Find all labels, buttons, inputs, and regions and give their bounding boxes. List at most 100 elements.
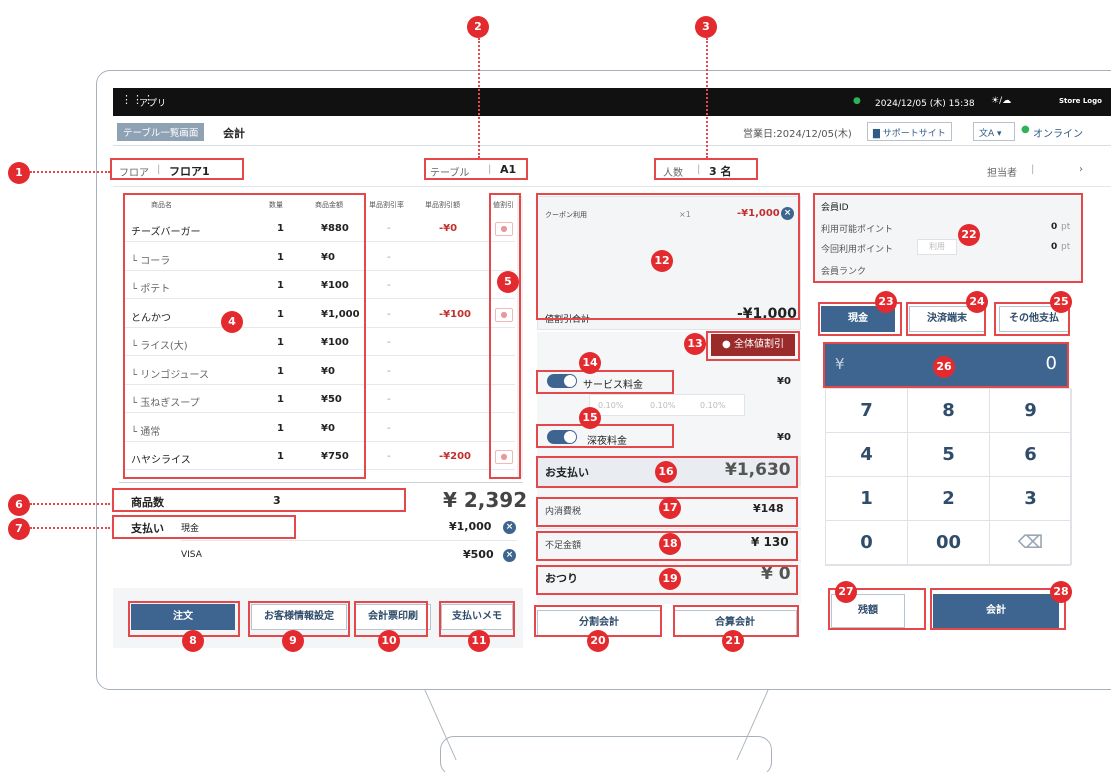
key-7[interactable]: 7 — [826, 389, 908, 433]
marker-24: 24 — [966, 291, 988, 313]
night-charge-highlight — [536, 424, 674, 448]
tax-divider — [537, 528, 801, 529]
leader-line — [30, 171, 110, 173]
col-disc: 単品割引額 — [425, 201, 460, 209]
marker-2: 2 — [467, 16, 489, 38]
item-disc: -¥100 — [439, 308, 471, 320]
datetime: 2024/12/05 (木) 15:38 — [875, 99, 975, 109]
checkout-highlight — [930, 588, 1066, 630]
leader-line — [30, 503, 110, 505]
page-header: テーブル一覧画面 会計 営業日:2024/12/05(木) ▇ サポートサイト … — [113, 116, 1111, 146]
language-select[interactable]: 文A ▾ — [973, 122, 1015, 141]
table-highlight — [424, 158, 528, 180]
order-list-highlight — [123, 193, 366, 479]
info-divider — [113, 186, 1111, 187]
marker-15: 15 — [579, 407, 601, 429]
night-charge-value: ¥0 — [777, 432, 791, 443]
marker-11: 11 — [468, 630, 490, 652]
rate-option-3[interactable]: 0.10% — [700, 401, 725, 410]
key-2[interactable]: 2 — [908, 477, 990, 521]
staff-value: | — [1031, 164, 1035, 175]
people-highlight — [654, 158, 758, 180]
all-discount-highlight — [706, 331, 800, 361]
backspace-icon[interactable]: ⌫ — [990, 521, 1072, 565]
marker-28: 28 — [1050, 581, 1072, 603]
monitor-base — [440, 736, 772, 772]
key-4[interactable]: 4 — [826, 433, 908, 477]
item-rate: - — [387, 422, 391, 434]
member-highlight — [813, 193, 1083, 283]
book-icon: ▇ — [873, 129, 880, 139]
marker-16: 16 — [655, 461, 677, 483]
online-status: オンライン — [1033, 129, 1083, 140]
item-count-highlight — [112, 488, 406, 512]
payment-divider — [181, 540, 517, 541]
marker-12: 12 — [651, 250, 673, 272]
service-charge-highlight — [536, 370, 674, 394]
marker-25: 25 — [1050, 291, 1072, 313]
item-rate: - — [387, 223, 391, 234]
table-list-tab[interactable]: テーブル一覧画面 — [117, 123, 205, 141]
summary-divider — [119, 482, 523, 483]
item-rate: - — [387, 337, 391, 348]
weather-icon: ☀/☁ — [991, 96, 1012, 106]
leader-line — [478, 38, 480, 158]
marker-5: 5 — [497, 271, 519, 293]
item-rate: - — [387, 280, 391, 291]
col-rate: 単品割引率 — [369, 201, 404, 209]
marker-9: 9 — [282, 630, 304, 652]
item-rate: - — [387, 308, 391, 320]
marker-14: 14 — [579, 352, 601, 374]
marker-21: 21 — [722, 630, 744, 652]
marker-22: 22 — [958, 224, 980, 246]
payment2-amount: ¥500 — [463, 548, 494, 561]
item-rate: - — [387, 394, 391, 405]
key-1[interactable]: 1 — [826, 477, 908, 521]
key-8[interactable]: 8 — [908, 389, 990, 433]
support-site-button[interactable]: ▇ サポートサイト — [867, 122, 952, 141]
key-5[interactable]: 5 — [908, 433, 990, 477]
leader-line — [30, 527, 110, 529]
item-rate: - — [387, 251, 391, 263]
chevron-right-icon[interactable]: › — [1079, 164, 1083, 175]
remove-payment1-icon[interactable]: × — [503, 521, 516, 534]
service-rate-group[interactable]: 0.10% 0.10% 0.10% — [589, 394, 745, 416]
online-dot-icon: ● — [853, 96, 861, 106]
key-00[interactable]: 00 — [908, 521, 990, 565]
key-9[interactable]: 9 — [990, 389, 1072, 433]
marker-20: 20 — [587, 630, 609, 652]
keypad: 7 8 9 4 5 6 1 2 3 0 00 ⌫ — [825, 388, 1072, 566]
key-0[interactable]: 0 — [826, 521, 908, 565]
business-date: 営業日:2024/12/05(木) — [743, 129, 852, 140]
marker-10: 10 — [378, 630, 400, 652]
payment1-amount: ¥1,000 — [449, 520, 492, 533]
payment2-method: VISA — [181, 550, 202, 560]
marker-27: 27 — [835, 581, 857, 603]
rate-option-2[interactable]: 0.10% — [650, 401, 675, 410]
order-btn-highlight — [128, 601, 240, 637]
item-rate: - — [387, 451, 391, 462]
marker-4: 4 — [221, 311, 243, 333]
floor-highlight — [110, 158, 244, 180]
store-logo: Store Logo — [1059, 97, 1102, 105]
app-menu-label[interactable]: アプリ — [139, 96, 166, 109]
payment-highlight — [112, 515, 296, 539]
translate-icon: 文A — [979, 129, 995, 139]
marker-3: 3 — [695, 16, 717, 38]
marker-7: 7 — [8, 518, 30, 540]
rate-option-1[interactable]: 0.10% — [598, 401, 623, 410]
remove-payment2-icon[interactable]: × — [503, 549, 516, 562]
item-rate: - — [387, 365, 391, 377]
marker-8: 8 — [182, 630, 204, 652]
page-title: 会計 — [223, 127, 245, 140]
marker-13: 13 — [684, 333, 706, 355]
marker-23: 23 — [875, 291, 897, 313]
key-3[interactable]: 3 — [990, 477, 1072, 521]
discount-tags-highlight — [489, 193, 521, 479]
online-status-icon: ● — [1021, 124, 1030, 135]
marker-19: 19 — [659, 568, 681, 590]
key-6[interactable]: 6 — [990, 433, 1072, 477]
staff-label: 担当者 — [987, 168, 1017, 179]
marker-26: 26 — [933, 356, 955, 378]
support-label: サポートサイト — [882, 129, 946, 139]
